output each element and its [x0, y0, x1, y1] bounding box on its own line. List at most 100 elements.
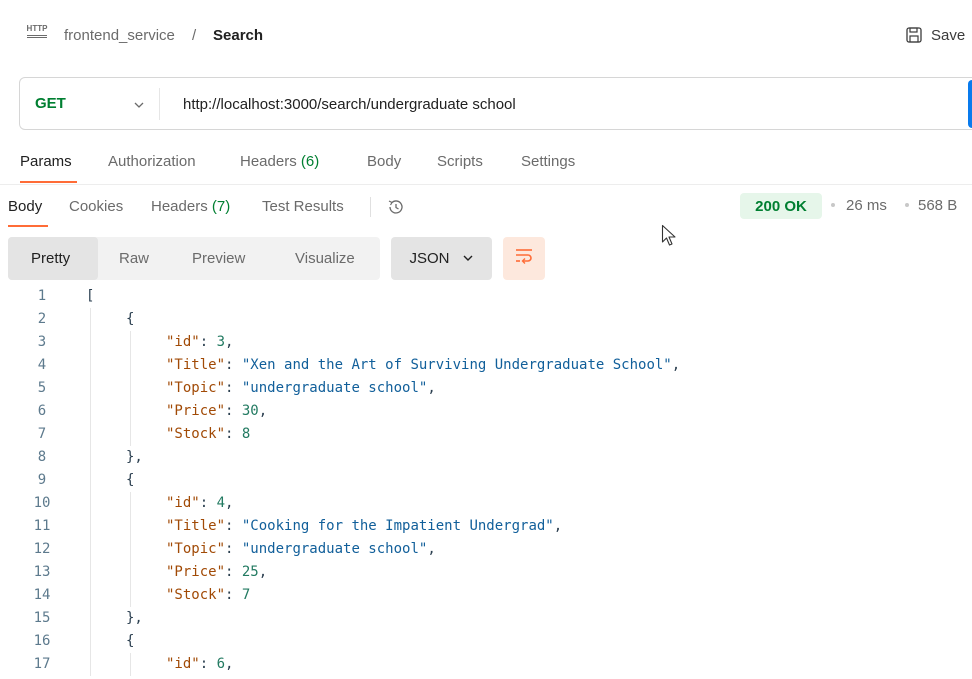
- json-punctuation: },: [126, 610, 143, 626]
- indent-guide: [130, 492, 131, 607]
- chevron-down-icon: [462, 250, 474, 267]
- code-line: 11 "Title": "Cooking for the Impatient Un…: [0, 515, 972, 538]
- json-punctuation: [: [86, 288, 95, 304]
- json-number: 8: [241, 426, 251, 442]
- code-line: 5 "Topic": "undergraduate school",: [0, 377, 972, 400]
- tab-headers[interactable]: Headers (6): [240, 153, 319, 170]
- code-text: },: [126, 446, 143, 469]
- json-number: 7: [241, 587, 251, 603]
- tab-params[interactable]: Params: [20, 153, 72, 170]
- section-divider: [0, 184, 972, 185]
- line-number: 11: [33, 518, 51, 534]
- breadcrumb-collection[interactable]: frontend_service: [64, 27, 175, 44]
- response-tab-body[interactable]: Body: [8, 198, 42, 215]
- response-size[interactable]: 568 B: [918, 197, 957, 214]
- code-text: "Stock": 7: [166, 584, 250, 607]
- code-text: "Price": 25,: [166, 561, 267, 584]
- response-headers-count: (7): [211, 198, 231, 215]
- http-badge-label: HTTP: [26, 24, 48, 33]
- line-number: 8: [37, 449, 47, 465]
- status-badge[interactable]: 200 OK: [740, 193, 822, 219]
- send-button[interactable]: [968, 80, 972, 128]
- view-mode-pretty[interactable]: Pretty: [31, 250, 70, 267]
- response-tab-test-results[interactable]: Test Results: [262, 198, 344, 215]
- view-mode-visualize[interactable]: Visualize: [295, 250, 355, 267]
- code-text: [: [86, 285, 94, 308]
- response-body-editor[interactable]: 1[2{3 "id": 3, 4 "Title": "Xen and the Art …: [0, 283, 972, 679]
- code-text: "Topic": "undergraduate school",: [166, 538, 436, 561]
- response-tab-cookies[interactable]: Cookies: [69, 198, 123, 215]
- breadcrumb-request-name[interactable]: Search: [213, 27, 263, 44]
- tab-body[interactable]: Body: [367, 153, 401, 170]
- json-punctuation: {: [126, 472, 135, 488]
- tab-authorization[interactable]: Authorization: [108, 153, 196, 170]
- code-line: 14 "Stock": 7: [0, 584, 972, 607]
- format-select[interactable]: JSON: [391, 237, 492, 280]
- line-number: 15: [33, 610, 51, 626]
- code-text: "Stock": 8: [166, 423, 250, 446]
- json-punctuation: ,: [225, 495, 234, 511]
- json-key: "Title": [166, 518, 226, 534]
- json-punctuation: :: [225, 518, 242, 534]
- json-punctuation: ,: [427, 541, 436, 557]
- code-line: 4 "Title": "Xen and the Art of Surviving …: [0, 354, 972, 377]
- json-key: "Price": [166, 564, 226, 580]
- wrap-lines-button[interactable]: [503, 237, 545, 280]
- json-number: 25: [241, 564, 259, 580]
- code-text: "id": 3,: [166, 331, 233, 354]
- line-number: 4: [37, 357, 47, 373]
- code-text: "Topic": "undergraduate school",: [166, 377, 436, 400]
- tab-settings[interactable]: Settings: [521, 153, 575, 170]
- json-punctuation: :: [225, 357, 242, 373]
- meta-separator: [831, 203, 835, 207]
- method-select[interactable]: GET: [35, 95, 66, 112]
- json-punctuation: :: [199, 656, 217, 672]
- save-button[interactable]: Save: [905, 25, 965, 45]
- code-text: },: [126, 607, 143, 630]
- active-tab-indicator: [20, 181, 77, 183]
- response-time[interactable]: 26 ms: [846, 197, 887, 214]
- line-number: 12: [33, 541, 51, 557]
- meta-separator: [905, 203, 909, 207]
- view-mode-raw[interactable]: Raw: [119, 250, 149, 267]
- json-punctuation: :: [225, 541, 242, 557]
- json-key: "Stock": [166, 426, 226, 442]
- code-line: 17 "id": 6,: [0, 653, 972, 676]
- url-input[interactable]: [183, 93, 883, 115]
- indent-guide: [90, 308, 91, 676]
- response-tab-headers[interactable]: Headers (7): [151, 198, 230, 215]
- response-tabs-divider: [370, 197, 371, 217]
- code-line: 9{: [0, 469, 972, 492]
- json-punctuation: :: [225, 587, 242, 603]
- json-key: "id": [166, 656, 200, 672]
- code-text: "Price": 30,: [166, 400, 267, 423]
- active-response-tab-indicator: [8, 225, 48, 227]
- code-text: "id": 6,: [166, 653, 233, 676]
- code-text: {: [126, 630, 134, 653]
- mouse-pointer-icon: [661, 224, 679, 253]
- json-punctuation: {: [126, 633, 135, 649]
- json-string: "Cooking for the Impatient Undergrad": [241, 518, 554, 534]
- code-text: {: [126, 469, 134, 492]
- url-divider: [159, 88, 160, 120]
- json-punctuation: ,: [427, 380, 436, 396]
- json-number: 30: [241, 403, 259, 419]
- chevron-down-icon[interactable]: [133, 97, 145, 115]
- json-key: "Title": [166, 357, 226, 373]
- line-number: 13: [33, 564, 51, 580]
- code-line: 6 "Price": 30,: [0, 400, 972, 423]
- json-string: "undergraduate school": [241, 380, 428, 396]
- tab-scripts[interactable]: Scripts: [437, 153, 483, 170]
- json-key: "Topic": [166, 541, 226, 557]
- line-number: 17: [33, 656, 51, 672]
- json-punctuation: :: [199, 495, 217, 511]
- json-string: "Xen and the Art of Surviving Undergradu…: [241, 357, 672, 373]
- history-icon[interactable]: [386, 197, 406, 222]
- code-line: 16 {: [0, 630, 972, 653]
- json-punctuation: {: [126, 311, 135, 327]
- code-line: 3 "id": 3,: [0, 331, 972, 354]
- code-line: 12 "Topic": "undergraduate school",: [0, 538, 972, 561]
- code-line: 2{: [0, 308, 972, 331]
- line-number: 2: [37, 311, 47, 327]
- view-mode-preview[interactable]: Preview: [192, 250, 245, 267]
